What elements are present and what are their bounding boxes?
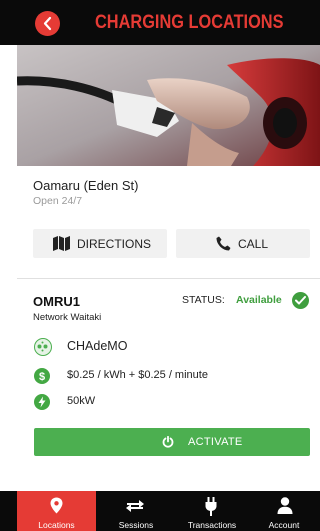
status-label: STATUS: [182, 294, 225, 306]
activate-button[interactable]: ACTIVATE [34, 428, 310, 456]
chevron-left-icon [43, 16, 52, 31]
station-code: OMRU1 [33, 294, 80, 309]
phone-icon [216, 236, 231, 251]
directions-button[interactable]: DIRECTIONS [33, 229, 167, 258]
call-label: CALL [238, 237, 269, 251]
tab-label: Locations [38, 520, 75, 530]
directions-label: DIRECTIONS [77, 237, 152, 251]
location-hours: Open 24/7 [33, 195, 83, 207]
svg-text:$: $ [39, 371, 45, 383]
call-button[interactable]: CALL [176, 229, 310, 258]
section-divider [17, 278, 320, 279]
back-button[interactable] [35, 11, 60, 36]
tab-account[interactable]: Account [248, 491, 320, 531]
activate-label: ACTIVATE [188, 436, 243, 448]
price-text: $0.25 / kWh + $0.25 / minute [67, 369, 208, 381]
location-photo [17, 45, 320, 166]
check-circle-icon [292, 292, 309, 309]
connector-type: CHAdeMO [67, 339, 128, 353]
power-icon [162, 436, 174, 448]
plug-icon [205, 497, 217, 516]
swap-arrows-icon [126, 500, 144, 512]
dollar-icon: $ [34, 368, 50, 384]
tab-label: Sessions [118, 520, 154, 530]
app-header: CHARGING LOCATIONS [0, 0, 320, 45]
map-pin-icon [50, 497, 63, 514]
tab-sessions[interactable]: Sessions [96, 491, 176, 531]
page-title: CHARGING LOCATIONS [95, 12, 284, 33]
tab-transactions[interactable]: Transactions [172, 491, 252, 531]
chademo-connector-icon [34, 338, 52, 356]
lightning-icon [34, 394, 50, 410]
tab-label: Account [268, 520, 300, 530]
power-text: 50kW [67, 395, 96, 407]
status-value: Available [236, 294, 282, 306]
tab-label: Transactions [187, 520, 237, 530]
map-icon [53, 236, 70, 251]
network-name: Network Waitaki [33, 312, 102, 323]
bottom-tab-bar: Locations Sessions Transactions Account [0, 491, 320, 531]
user-icon [277, 497, 293, 514]
location-name: Oamaru (Eden St) [33, 178, 139, 193]
tab-locations[interactable]: Locations [17, 491, 96, 531]
